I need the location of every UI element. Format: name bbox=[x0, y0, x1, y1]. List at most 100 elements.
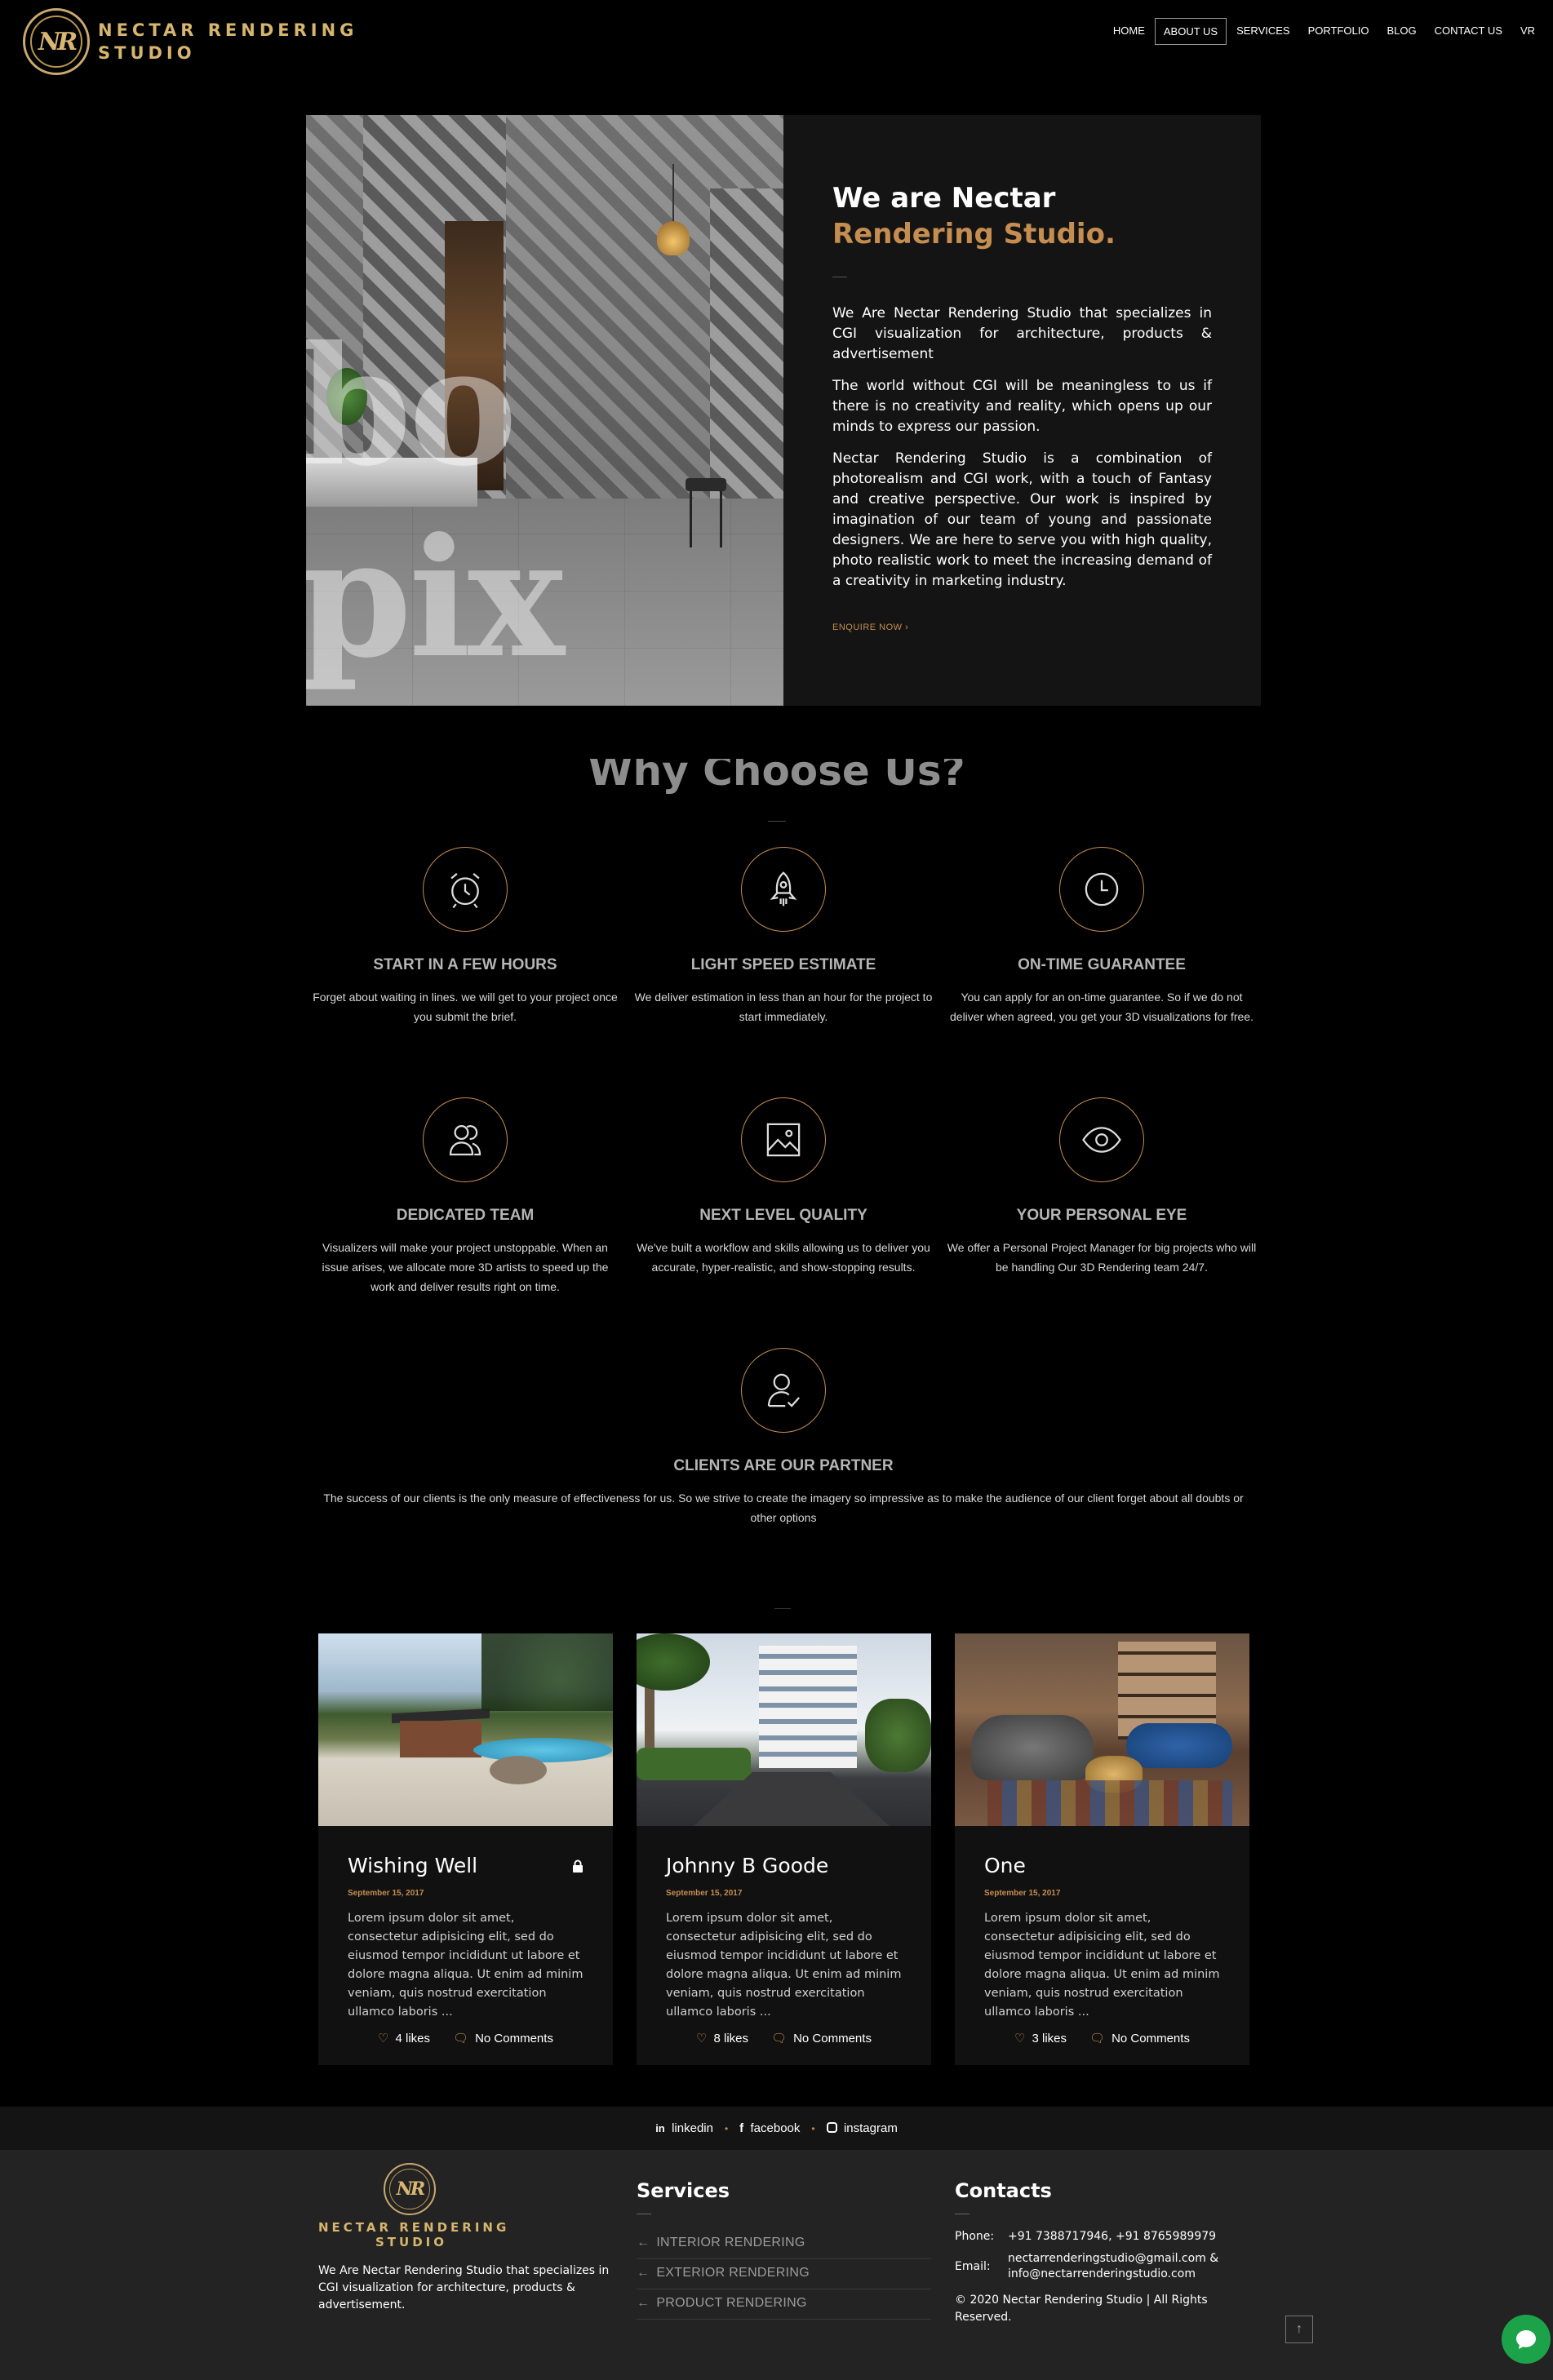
logo-line-2: STUDIO bbox=[98, 43, 196, 63]
feature-title: START IN A FEW HOURS bbox=[373, 956, 557, 973]
about-paragraph-2: The world without CGI will be meaningles… bbox=[832, 378, 1212, 435]
post-excerpt: Lorem ipsum dolor sit amet, consectetur … bbox=[984, 1912, 1220, 2019]
nav-services[interactable]: SERVICES bbox=[1228, 18, 1298, 45]
social-bar: in linkedin • f facebook • instagram bbox=[0, 2107, 1553, 2150]
about-title-line-2: Rendering Studio. bbox=[832, 218, 1116, 250]
enquire-now-link[interactable]: ENQUIRE NOW › bbox=[832, 623, 1212, 632]
post-title[interactable]: One bbox=[984, 1854, 1026, 1877]
contact-email: Email: nectarrenderingstudio@gmail.com &… bbox=[955, 2251, 1224, 2282]
linkedin-icon: in bbox=[655, 2122, 665, 2134]
nav-contact-us[interactable]: CONTACT US bbox=[1427, 18, 1511, 45]
main-nav: HOME ABOUT US SERVICES PORTFOLIO BLOG CO… bbox=[1103, 18, 1543, 45]
social-instagram[interactable]: instagram bbox=[826, 2121, 898, 2135]
feature-text: We deliver estimation in less than an ho… bbox=[634, 991, 933, 1023]
about-paragraph-3: Nectar Rendering Studio is a combination… bbox=[832, 450, 1212, 589]
social-linkedin[interactable]: in linkedin bbox=[655, 2121, 713, 2135]
logo-emblem: NR bbox=[23, 8, 90, 75]
nav-portfolio[interactable]: PORTFOLIO bbox=[1300, 18, 1378, 45]
post-comments[interactable]: 🗨︎ No Comments bbox=[771, 2031, 872, 2046]
nav-about-us[interactable]: ABOUT US bbox=[1154, 18, 1227, 45]
feature-on-time-guarantee: ON-TIME GUARANTEE You can apply for an o… bbox=[947, 847, 1257, 1026]
instagram-icon bbox=[826, 2122, 837, 2133]
about-section: bo pix We are Nectar Rendering Studio. W… bbox=[306, 115, 1261, 706]
logo-monogram: NR bbox=[38, 27, 78, 56]
image-icon bbox=[741, 1097, 826, 1182]
separator-dot: • bbox=[811, 2122, 815, 2134]
site-footer: NR NECTAR RENDERING STUDIO We Are Nectar… bbox=[0, 2150, 1553, 2380]
feature-start-in-a-few-hours: START IN A FEW HOURS Forget about waitin… bbox=[310, 847, 620, 1026]
separator-dot: • bbox=[724, 2122, 729, 2134]
post-image-resort-pool[interactable] bbox=[318, 1633, 613, 1826]
nav-home[interactable]: HOME bbox=[1105, 18, 1153, 45]
heart-icon: ♡ bbox=[378, 2032, 389, 2045]
phone-value[interactable]: +91 7388717946, +91 8765989979 bbox=[1008, 2229, 1216, 2245]
contacts-heading: Contacts bbox=[955, 2179, 1052, 2202]
post-likes[interactable]: ♡ 3 likes bbox=[1014, 2031, 1067, 2046]
back-to-top-button[interactable]: ↑ bbox=[1285, 2316, 1313, 2343]
footer-logo-line-2: STUDIO bbox=[375, 2235, 447, 2249]
about-paragraph-1: We Are Nectar Rendering Studio that spec… bbox=[832, 305, 1212, 362]
feature-text: Forget about waiting in lines. we will g… bbox=[313, 991, 618, 1023]
blog-post-card[interactable]: Wishing Well September 15, 2017 Lorem ip… bbox=[318, 1633, 613, 2065]
feature-text: You can apply for an on-time guarantee. … bbox=[950, 991, 1253, 1023]
clock-icon bbox=[1059, 847, 1144, 932]
blog-post-card[interactable]: Johnny B Goode September 15, 2017 Lorem … bbox=[637, 1633, 931, 2065]
post-date[interactable]: September 15, 2017 bbox=[984, 1889, 1220, 1898]
service-label: INTERIOR RENDERING bbox=[656, 2236, 805, 2249]
post-image-apartment-building[interactable] bbox=[637, 1633, 931, 1826]
post-comments[interactable]: 🗨︎ No Comments bbox=[1089, 2031, 1190, 2046]
user-check-icon bbox=[741, 1348, 826, 1433]
chat-widget-button[interactable] bbox=[1502, 2315, 1551, 2364]
footer-about-column: NR NECTAR RENDERING STUDIO We Are Nectar… bbox=[318, 2150, 628, 2314]
facebook-icon: f bbox=[739, 2121, 744, 2135]
why-divider bbox=[768, 821, 786, 822]
likes-label: 8 likes bbox=[713, 2031, 749, 2045]
feature-title: LIGHT SPEED ESTIMATE bbox=[690, 956, 876, 973]
feature-text: We offer a Personal Project Manager for … bbox=[947, 1241, 1257, 1274]
arrow-left-icon: ← bbox=[637, 2236, 650, 2249]
email-value-2[interactable]: info@nectarrenderingstudio.com bbox=[1008, 2267, 1218, 2282]
phone-label: Phone: bbox=[955, 2230, 995, 2243]
likes-label: 4 likes bbox=[395, 2031, 431, 2045]
post-likes[interactable]: ♡ 4 likes bbox=[378, 2031, 431, 2046]
chevron-right-icon: › bbox=[905, 623, 909, 632]
likes-label: 3 likes bbox=[1032, 2031, 1067, 2045]
post-image-living-room[interactable] bbox=[955, 1633, 1249, 1826]
post-date[interactable]: September 15, 2017 bbox=[666, 1889, 902, 1898]
blog-post-card[interactable]: One September 15, 2017 Lorem ipsum dolor… bbox=[955, 1633, 1249, 2065]
nav-blog[interactable]: BLOG bbox=[1379, 18, 1425, 45]
feature-text: Visualizers will make your project unsto… bbox=[322, 1241, 609, 1293]
arrow-left-icon: ← bbox=[637, 2266, 650, 2280]
alarm-clock-icon bbox=[423, 847, 508, 932]
service-label: EXTERIOR RENDERING bbox=[656, 2266, 810, 2280]
service-link-exterior[interactable]: ← EXTERIOR RENDERING bbox=[637, 2259, 931, 2289]
heart-icon: ♡ bbox=[1014, 2032, 1026, 2045]
feature-text: The success of our clients is the only m… bbox=[323, 1491, 1244, 1524]
site-logo[interactable]: NR NECTAR RENDERING STUDIO bbox=[23, 8, 357, 75]
comments-label: No Comments bbox=[475, 2031, 553, 2045]
arrow-up-icon: ↑ bbox=[1296, 2322, 1302, 2336]
comment-icon: 🗨︎ bbox=[1089, 2032, 1106, 2045]
team-icon bbox=[423, 1097, 508, 1182]
post-title[interactable]: Johnny B Goode bbox=[666, 1854, 828, 1877]
copyright-text: © 2020 Nectar Rendering Studio | All Rig… bbox=[955, 2294, 1208, 2324]
email-value-1[interactable]: nectarrenderingstudio@gmail.com & bbox=[1008, 2251, 1218, 2267]
social-facebook[interactable]: f facebook bbox=[739, 2121, 800, 2135]
about-content: We are Nectar Rendering Studio. We Are N… bbox=[832, 180, 1212, 632]
service-link-interior[interactable]: ← INTERIOR RENDERING bbox=[637, 2229, 931, 2259]
post-title[interactable]: Wishing Well bbox=[348, 1854, 477, 1877]
comments-label: No Comments bbox=[1112, 2031, 1190, 2045]
post-excerpt: Lorem ipsum dolor sit amet, consectetur … bbox=[348, 1912, 583, 2019]
nav-vr[interactable]: VR bbox=[1512, 18, 1543, 45]
footer-logo[interactable]: NR bbox=[384, 2163, 436, 2215]
enquire-now-label: ENQUIRE NOW bbox=[832, 623, 903, 632]
services-heading: Services bbox=[637, 2179, 730, 2202]
why-choose-us-heading: Why Choose Us? bbox=[0, 759, 1553, 804]
feature-title: YOUR PERSONAL EYE bbox=[1016, 1207, 1187, 1224]
service-link-product[interactable]: ← PRODUCT RENDERING bbox=[637, 2289, 931, 2320]
post-likes[interactable]: ♡ 8 likes bbox=[696, 2031, 749, 2046]
feature-light-speed-estimate: LIGHT SPEED ESTIMATE We deliver estimati… bbox=[628, 847, 938, 1026]
post-date[interactable]: September 15, 2017 bbox=[348, 1889, 583, 1898]
chat-bubble-icon bbox=[1516, 2330, 1536, 2349]
post-comments[interactable]: 🗨︎ No Comments bbox=[453, 2031, 553, 2046]
